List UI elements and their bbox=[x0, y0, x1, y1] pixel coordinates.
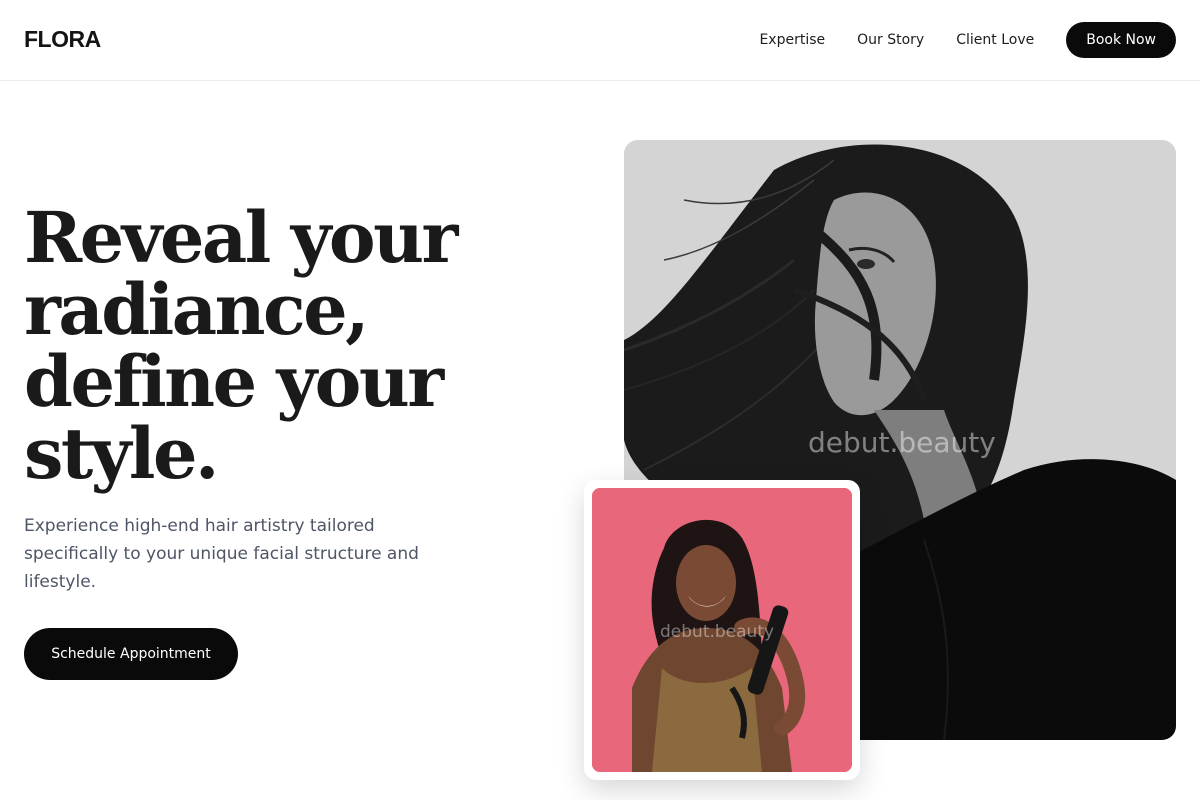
top-navigation-bar: FLORA Expertise Our Story Client Love Bo… bbox=[0, 0, 1200, 81]
brand-logo[interactable]: FLORA bbox=[24, 26, 101, 53]
book-now-button[interactable]: Book Now bbox=[1066, 22, 1176, 58]
schedule-appointment-button[interactable]: Schedule Appointment bbox=[24, 628, 238, 680]
nav-link-expertise[interactable]: Expertise bbox=[759, 32, 825, 48]
main-nav: Expertise Our Story Client Love Book Now bbox=[759, 22, 1176, 58]
main-image-watermark: debut.beauty bbox=[808, 426, 996, 459]
hero-subtext: Experience high-end hair artistry tailor… bbox=[24, 516, 419, 592]
nav-link-client-love[interactable]: Client Love bbox=[956, 32, 1034, 48]
hair-straightening-image: debut.beauty bbox=[592, 488, 852, 772]
hero-headline: Reveal your radiance, define your style. bbox=[24, 196, 458, 495]
card-image-watermark: debut.beauty bbox=[660, 622, 775, 642]
featured-photo-card: debut.beauty bbox=[584, 480, 860, 780]
nav-link-our-story[interactable]: Our Story bbox=[857, 32, 924, 48]
